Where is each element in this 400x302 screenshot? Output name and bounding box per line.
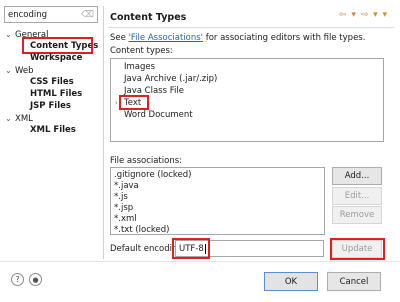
clear-filter-icon[interactable]: ⌫ [81,10,94,20]
footer-divider [0,261,400,262]
highlight-update [330,238,385,260]
expand-icon[interactable]: ⌄ [5,29,15,40]
file-associations-list[interactable]: .gitignore (locked) *.java *.js *.jsp *.… [110,167,325,235]
tree-item-workspace[interactable]: Workspace [30,53,82,64]
content-types-tree[interactable]: Images Java Archive (.jar/.zip) Java Cla… [110,58,384,142]
cancel-button[interactable]: Cancel [327,272,381,291]
ok-button[interactable]: OK [264,272,318,291]
file-association-item[interactable]: *.jsp [114,203,133,214]
panel-divider[interactable] [103,6,104,259]
file-associations-label: File associations: [110,156,183,166]
highlight-content-types [22,37,93,54]
highlight-encoding [172,238,210,259]
file-associations-link[interactable]: 'File Associations' [129,33,203,43]
record-icon[interactable]: ● [29,273,42,286]
content-type-item[interactable]: Java Archive (.jar/.zip) [124,74,217,85]
file-association-item[interactable]: *.java [114,181,139,192]
history-nav-icons[interactable]: ⇦ ▾ ⇨ ▾ ▾ [339,10,388,20]
highlight-text [119,95,149,110]
content-type-item[interactable]: Word Document [124,110,193,121]
tree-item-css-files[interactable]: CSS Files [30,77,74,88]
help-icon[interactable]: ? [11,273,24,286]
remove-button[interactable]: Remove [332,206,382,224]
tree-item-xml[interactable]: ⌄ XML [5,113,33,125]
file-association-item[interactable]: .gitignore (locked) [114,170,192,181]
content-types-label: Content types: [110,46,173,56]
collapse-arrow-icon[interactable]: › [115,98,118,109]
tree-item-web[interactable]: ⌄ Web [5,65,34,77]
description: See 'File Associations' for associating … [110,33,366,43]
tree-item-html-files[interactable]: HTML Files [30,89,82,100]
add-button[interactable]: Add... [332,167,382,185]
page-title: Content Types [110,12,187,23]
tree-item-jsp-files[interactable]: JSP Files [30,101,71,112]
expand-icon[interactable]: ⌄ [5,113,15,124]
file-association-item[interactable]: *.txt (locked) [114,225,169,236]
content-type-item[interactable]: Images [124,62,155,73]
title-divider [108,27,394,28]
expand-icon[interactable]: ⌄ [5,65,15,76]
edit-button[interactable]: Edit... [332,187,382,205]
file-association-item[interactable]: *.js [114,192,128,203]
tree-item-xml-files[interactable]: XML Files [30,125,76,136]
file-association-item[interactable]: *.xml [114,214,137,225]
filter-value: encoding [8,9,48,20]
filter-input[interactable]: encoding ⌫ [4,6,98,23]
